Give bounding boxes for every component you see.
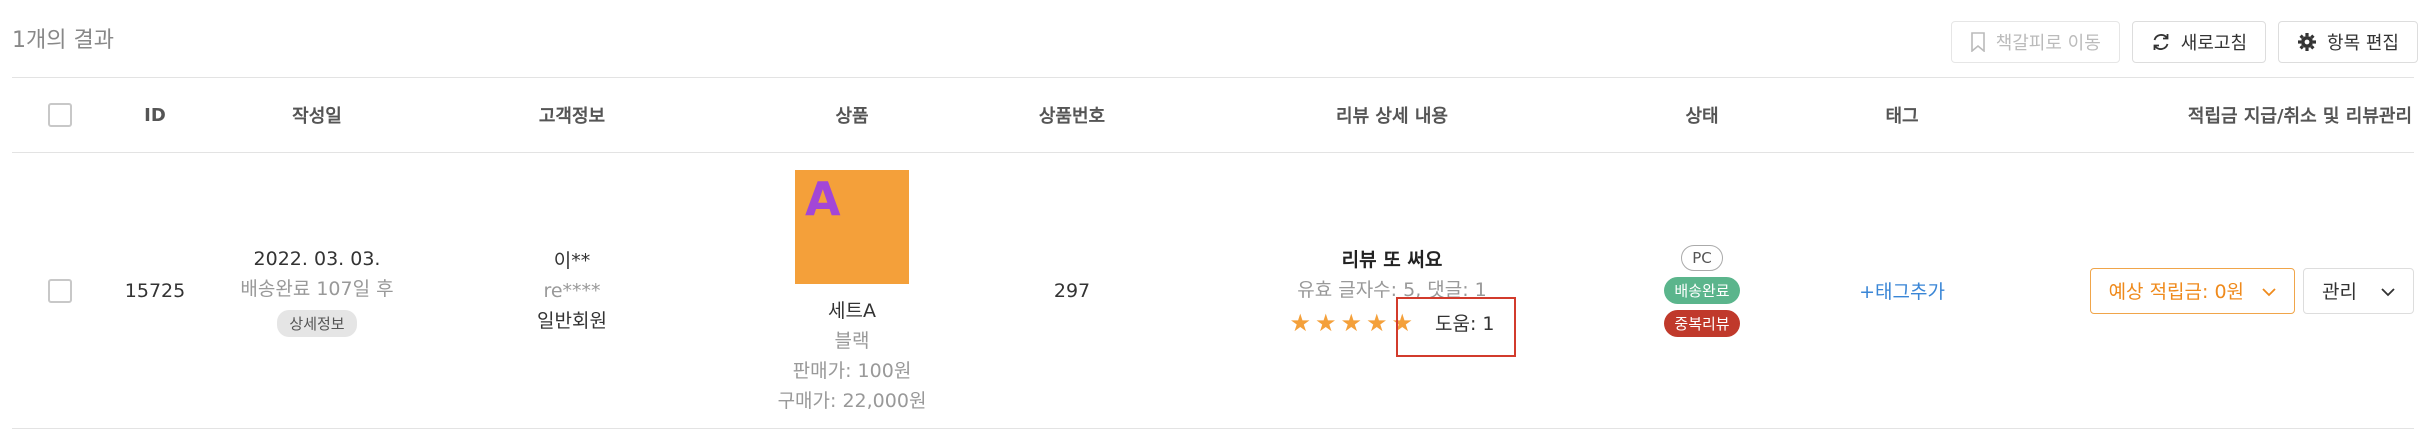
review-date: 2022. 03. 03. (253, 248, 381, 270)
customer-id: re**** (543, 279, 601, 302)
bookmark-icon (1970, 32, 1986, 52)
header-product-no[interactable]: 상품번호 (972, 78, 1172, 152)
select-all-checkbox[interactable] (48, 103, 72, 127)
row-product-cell: A 세트A 블랙 판매가: 100원 구매가: 22,000원 (742, 153, 962, 428)
table-row: 15725 2022. 03. 03. 배송완료 107일 후 상세정보 이**… (12, 153, 2414, 428)
header-review[interactable]: 리뷰 상세 내용 (1192, 78, 1592, 152)
product-name[interactable]: 세트A (828, 296, 876, 326)
table-header: ID 작성일 고객정보 상품 상품번호 리뷰 상세 내용 상태 태그 적립금 지… (12, 78, 2414, 152)
divider (12, 428, 2414, 429)
chevron-down-icon (2381, 280, 2395, 302)
results-toolbar: 1개의 결과 책갈피로 이동 새로고침 항목 편집 (0, 0, 2426, 76)
row-status-cell: PC 배송완료 중복리뷰 (1602, 153, 1802, 428)
row-product-no: 297 (1053, 279, 1091, 302)
header-reward[interactable]: 적립금 지급/취소 및 리뷰관리 (2052, 78, 2414, 152)
purchase-price: 구매가: 22,000원 (777, 390, 927, 412)
refresh-label: 새로고침 (2180, 33, 2248, 54)
highlight-box (1396, 297, 1516, 357)
detail-button[interactable]: 상세정보 (277, 310, 357, 337)
product-option: 블랙 (834, 330, 870, 352)
customer-name: 이** (553, 249, 591, 272)
header-date[interactable]: 작성일 (212, 78, 422, 152)
add-tag-link[interactable]: +태그추가 (1859, 277, 1945, 304)
sale-price: 판매가: 100원 (792, 360, 912, 382)
row-review-cell: 리뷰 또 써요 유효 글자수: 5, 댓글: 1 ★ ★ ★ ★ ★ 도움: 1 (1192, 153, 1592, 428)
refresh-icon (2151, 32, 2171, 52)
expected-reward-label: 예상 적립금: 0원 (2108, 281, 2245, 303)
row-select-cell (36, 153, 84, 428)
duplicate-review-badge: 중복리뷰 (1664, 309, 1740, 337)
row-reward-cell: 예상 적립금: 0원 관리 (2089, 153, 2414, 428)
manage-dropdown[interactable]: 관리 (2303, 267, 2414, 314)
expected-reward-dropdown[interactable]: 예상 적립금: 0원 (2089, 267, 2296, 314)
chevron-down-icon (2262, 280, 2276, 302)
delivery-status-badge: 배송완료 (1664, 276, 1740, 304)
customer-grade: 일반회원 (537, 309, 607, 332)
header-customer[interactable]: 고객정보 (452, 78, 692, 152)
delivery-note: 배송완료 107일 후 (240, 278, 394, 300)
refresh-button[interactable]: 새로고침 (2131, 21, 2267, 63)
edit-columns-button[interactable]: 항목 편집 (2278, 21, 2418, 63)
row-customer-cell: 이** re**** 일반회원 (452, 153, 692, 428)
star-icon: ★ (1289, 308, 1311, 337)
star-icon: ★ (1314, 308, 1337, 337)
star-icon: ★ (1340, 308, 1362, 337)
toolbar-actions: 책갈피로 이동 새로고침 항목 편집 (1950, 21, 2418, 63)
header-status[interactable]: 상태 (1602, 78, 1802, 152)
bookmark-button[interactable]: 책갈피로 이동 (1950, 21, 2120, 63)
gear-icon (2297, 32, 2317, 52)
header-id[interactable]: ID (100, 78, 210, 152)
result-count: 1개의 결과 (12, 28, 114, 53)
manage-label: 관리 (2322, 281, 2357, 303)
header-product[interactable]: 상품 (742, 78, 962, 152)
star-icon: ★ (1366, 308, 1388, 337)
review-title[interactable]: 리뷰 또 써요 (1342, 245, 1443, 275)
bookmark-label: 책갈피로 이동 (1995, 33, 2101, 54)
select-all-cell (36, 78, 84, 152)
product-thumbnail-letter: A (805, 172, 841, 226)
header-tag[interactable]: 태그 (1802, 78, 2002, 152)
row-checkbox[interactable] (48, 278, 72, 303)
row-id: 15725 (124, 279, 186, 302)
platform-badge: PC (1681, 244, 1723, 271)
row-date-cell: 2022. 03. 03. 배송완료 107일 후 상세정보 (212, 153, 422, 428)
row-tag-cell: +태그추가 (1802, 153, 2002, 428)
edit-columns-label: 항목 편집 (2327, 33, 2399, 54)
product-thumbnail[interactable]: A (795, 170, 909, 284)
